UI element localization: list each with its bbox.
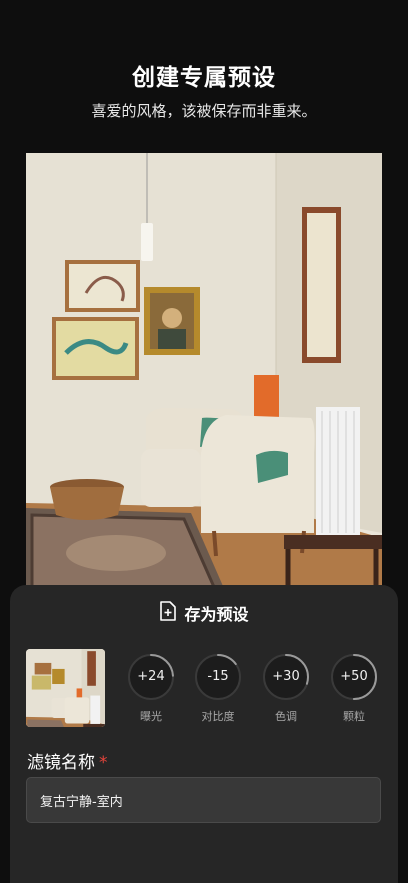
- grain-adjustment[interactable]: +50 颗粒: [330, 653, 378, 724]
- contrast-dial: -15: [194, 653, 242, 701]
- room-illustration: [26, 153, 382, 593]
- grain-dial: +50: [330, 653, 378, 701]
- save-preset-button[interactable]: 存为预设: [10, 601, 398, 625]
- tone-adjustment[interactable]: +30 色调: [262, 653, 310, 724]
- exposure-adjustment[interactable]: +24 曝光: [127, 653, 175, 724]
- preset-thumbnail: [26, 649, 105, 727]
- save-preset-label: 存为预设: [184, 605, 249, 624]
- exposure-dial: +24: [127, 653, 175, 701]
- required-mark: *: [99, 753, 108, 773]
- tone-dial: +30: [262, 653, 310, 701]
- save-preset-sheet: 存为预设 +24 曝光 -15 对比度 +30 色调 +50 颗粒 滤镜名称 *…: [10, 585, 398, 883]
- exposure-label: 曝光: [140, 710, 162, 723]
- contrast-adjustment[interactable]: -15 对比度: [194, 653, 242, 724]
- tone-value: +30: [272, 669, 300, 684]
- preview-photo: [26, 153, 382, 593]
- contrast-label: 对比度: [201, 710, 235, 723]
- exposure-value: +24: [137, 669, 165, 684]
- filter-name-input[interactable]: [26, 777, 381, 823]
- filter-name-label: 滤镜名称 *: [27, 748, 108, 773]
- page-title: 创建专属预设: [132, 65, 276, 91]
- filter-name-label-text: 滤镜名称: [27, 753, 95, 773]
- tone-label: 色调: [275, 710, 297, 723]
- grain-value: +50: [340, 669, 368, 684]
- add-file-icon: [159, 601, 177, 625]
- grain-label: 颗粒: [343, 710, 365, 723]
- page-subtitle: 喜爱的风格，该被保存而非重来。: [91, 102, 317, 120]
- contrast-value: -15: [207, 669, 229, 684]
